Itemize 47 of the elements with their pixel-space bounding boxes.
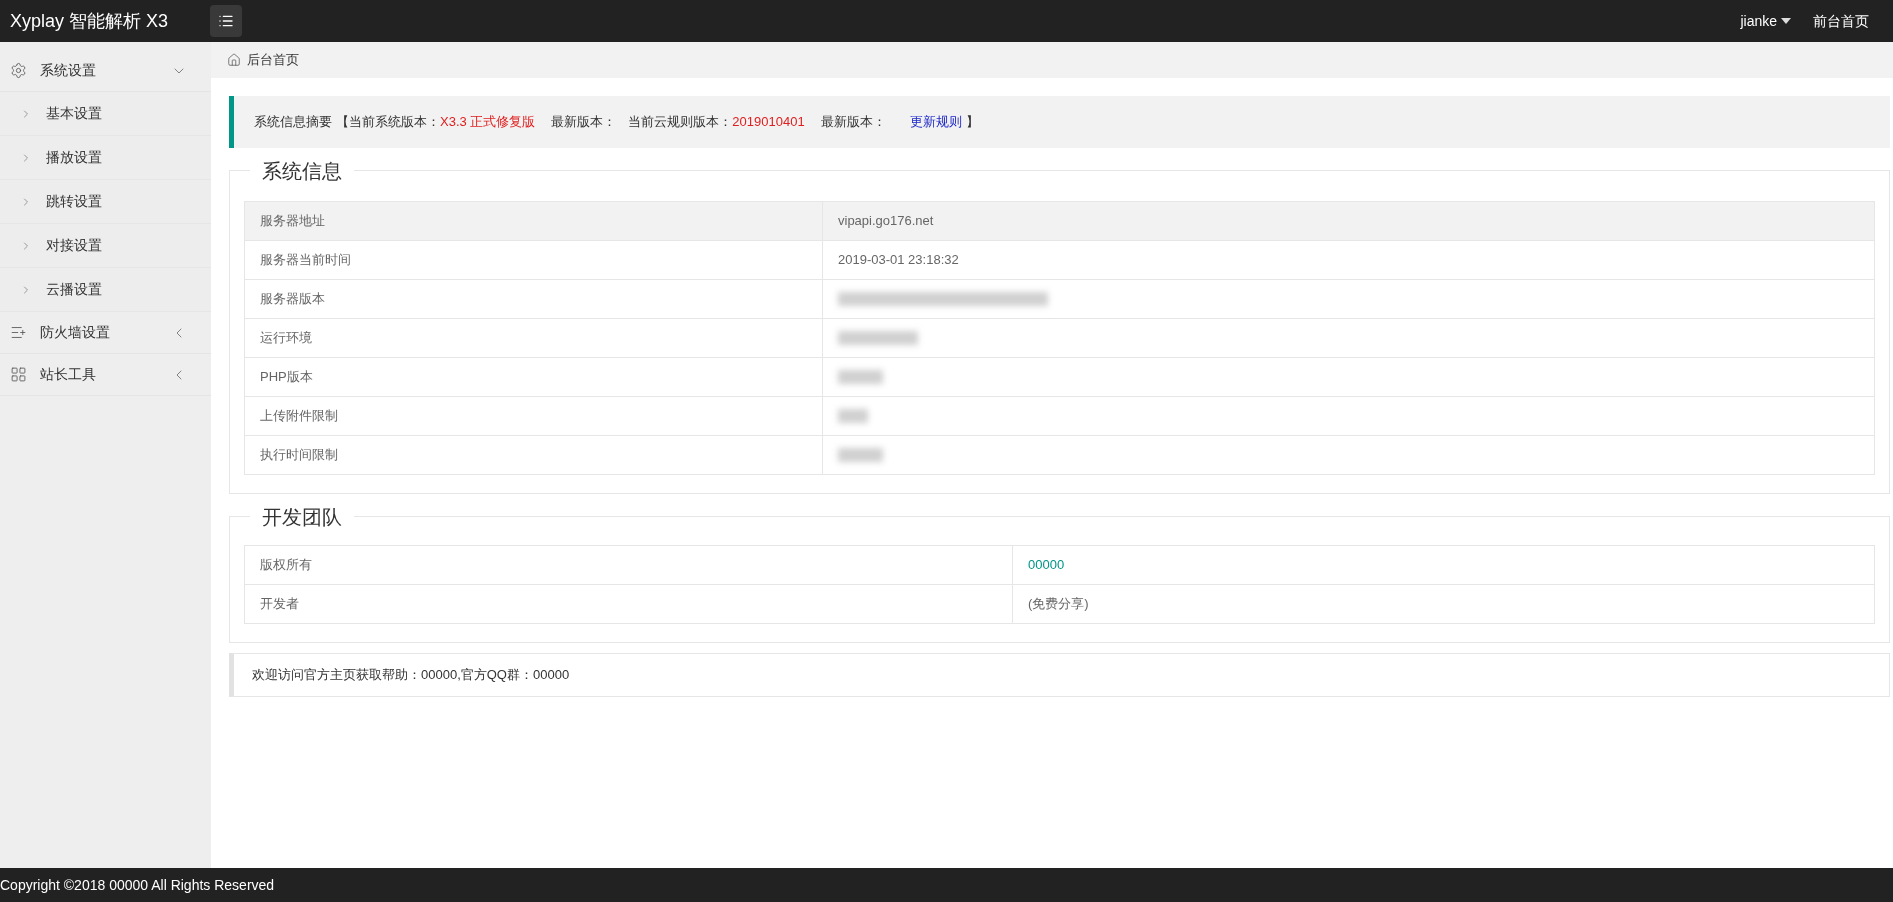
table-cell: 开发者 [244,584,1013,624]
sidebar-group-label: 防火墙设置 [40,323,111,342]
table-cell: 2019-03-01 23:18:32 [838,252,959,268]
section-title: 系统信息 [250,158,354,184]
summary-text: 】 [965,113,979,132]
table-cell: PHP版本 [244,357,823,397]
copyright-link[interactable]: 00000 [1028,557,1065,573]
table-cell: 服务器当前时间 [244,240,823,280]
update-rules-link[interactable]: 更新规则 [909,112,962,132]
user-menu[interactable]: jianke [1740,10,1791,32]
frontend-home-link[interactable]: 前台首页 [1813,10,1869,32]
home-icon [227,53,241,67]
blurred-value [838,370,883,384]
sidebar-item-label: 基本设置 [46,104,102,123]
table-cell: 执行时间限制 [244,435,823,475]
copyright-text: Copyright ©2018 00000 All Rights Reserved [0,875,275,895]
sidebar-item-label: 跳转设置 [46,192,102,211]
sidebar-item-label: 对接设置 [46,236,102,255]
table-cell: 运行环境 [244,318,823,358]
sidebar-item-label: 播放设置 [46,148,102,167]
summary-text: 最新版本： [551,113,617,132]
caret-icon [1781,18,1791,24]
table-cell: (免费分享) [1028,596,1089,612]
settings-icon [10,62,27,79]
grid-icon [10,366,27,383]
menu-toggle-button[interactable] [210,5,242,37]
table-cell: 服务器地址 [244,201,823,241]
notice-text: 欢迎访问官方主页获取帮助：00000,官方QQ群：00000 [252,666,570,685]
menu-icon [218,13,234,29]
breadcrumb[interactable]: 后台首页 [247,50,299,70]
sidebar-item-label: 云播设置 [46,280,102,299]
blurred-value [838,409,868,423]
table-cell: 服务器版本 [244,279,823,319]
summary-label: 系统信息摘要 [254,113,332,132]
list-icon [10,324,27,341]
version-value: X3.3 正式修复版 [440,113,536,132]
table-cell: vipapi.go176.net [838,213,934,229]
summary-text: 当前云规则版本： [628,113,733,132]
table-cell: 上传附件限制 [244,396,823,436]
table-cell: 版权所有 [244,545,1013,585]
app-title: Xyplay 智能解析 X3 [9,9,170,33]
version-value: 2019010401 [732,113,805,132]
blurred-value [838,448,883,462]
summary-text: 最新版本： [820,113,886,132]
sidebar-group-label: 站长工具 [40,365,97,384]
sidebar-group-label: 系统设置 [40,61,97,80]
summary-text: 【当前系统版本： [336,113,440,132]
